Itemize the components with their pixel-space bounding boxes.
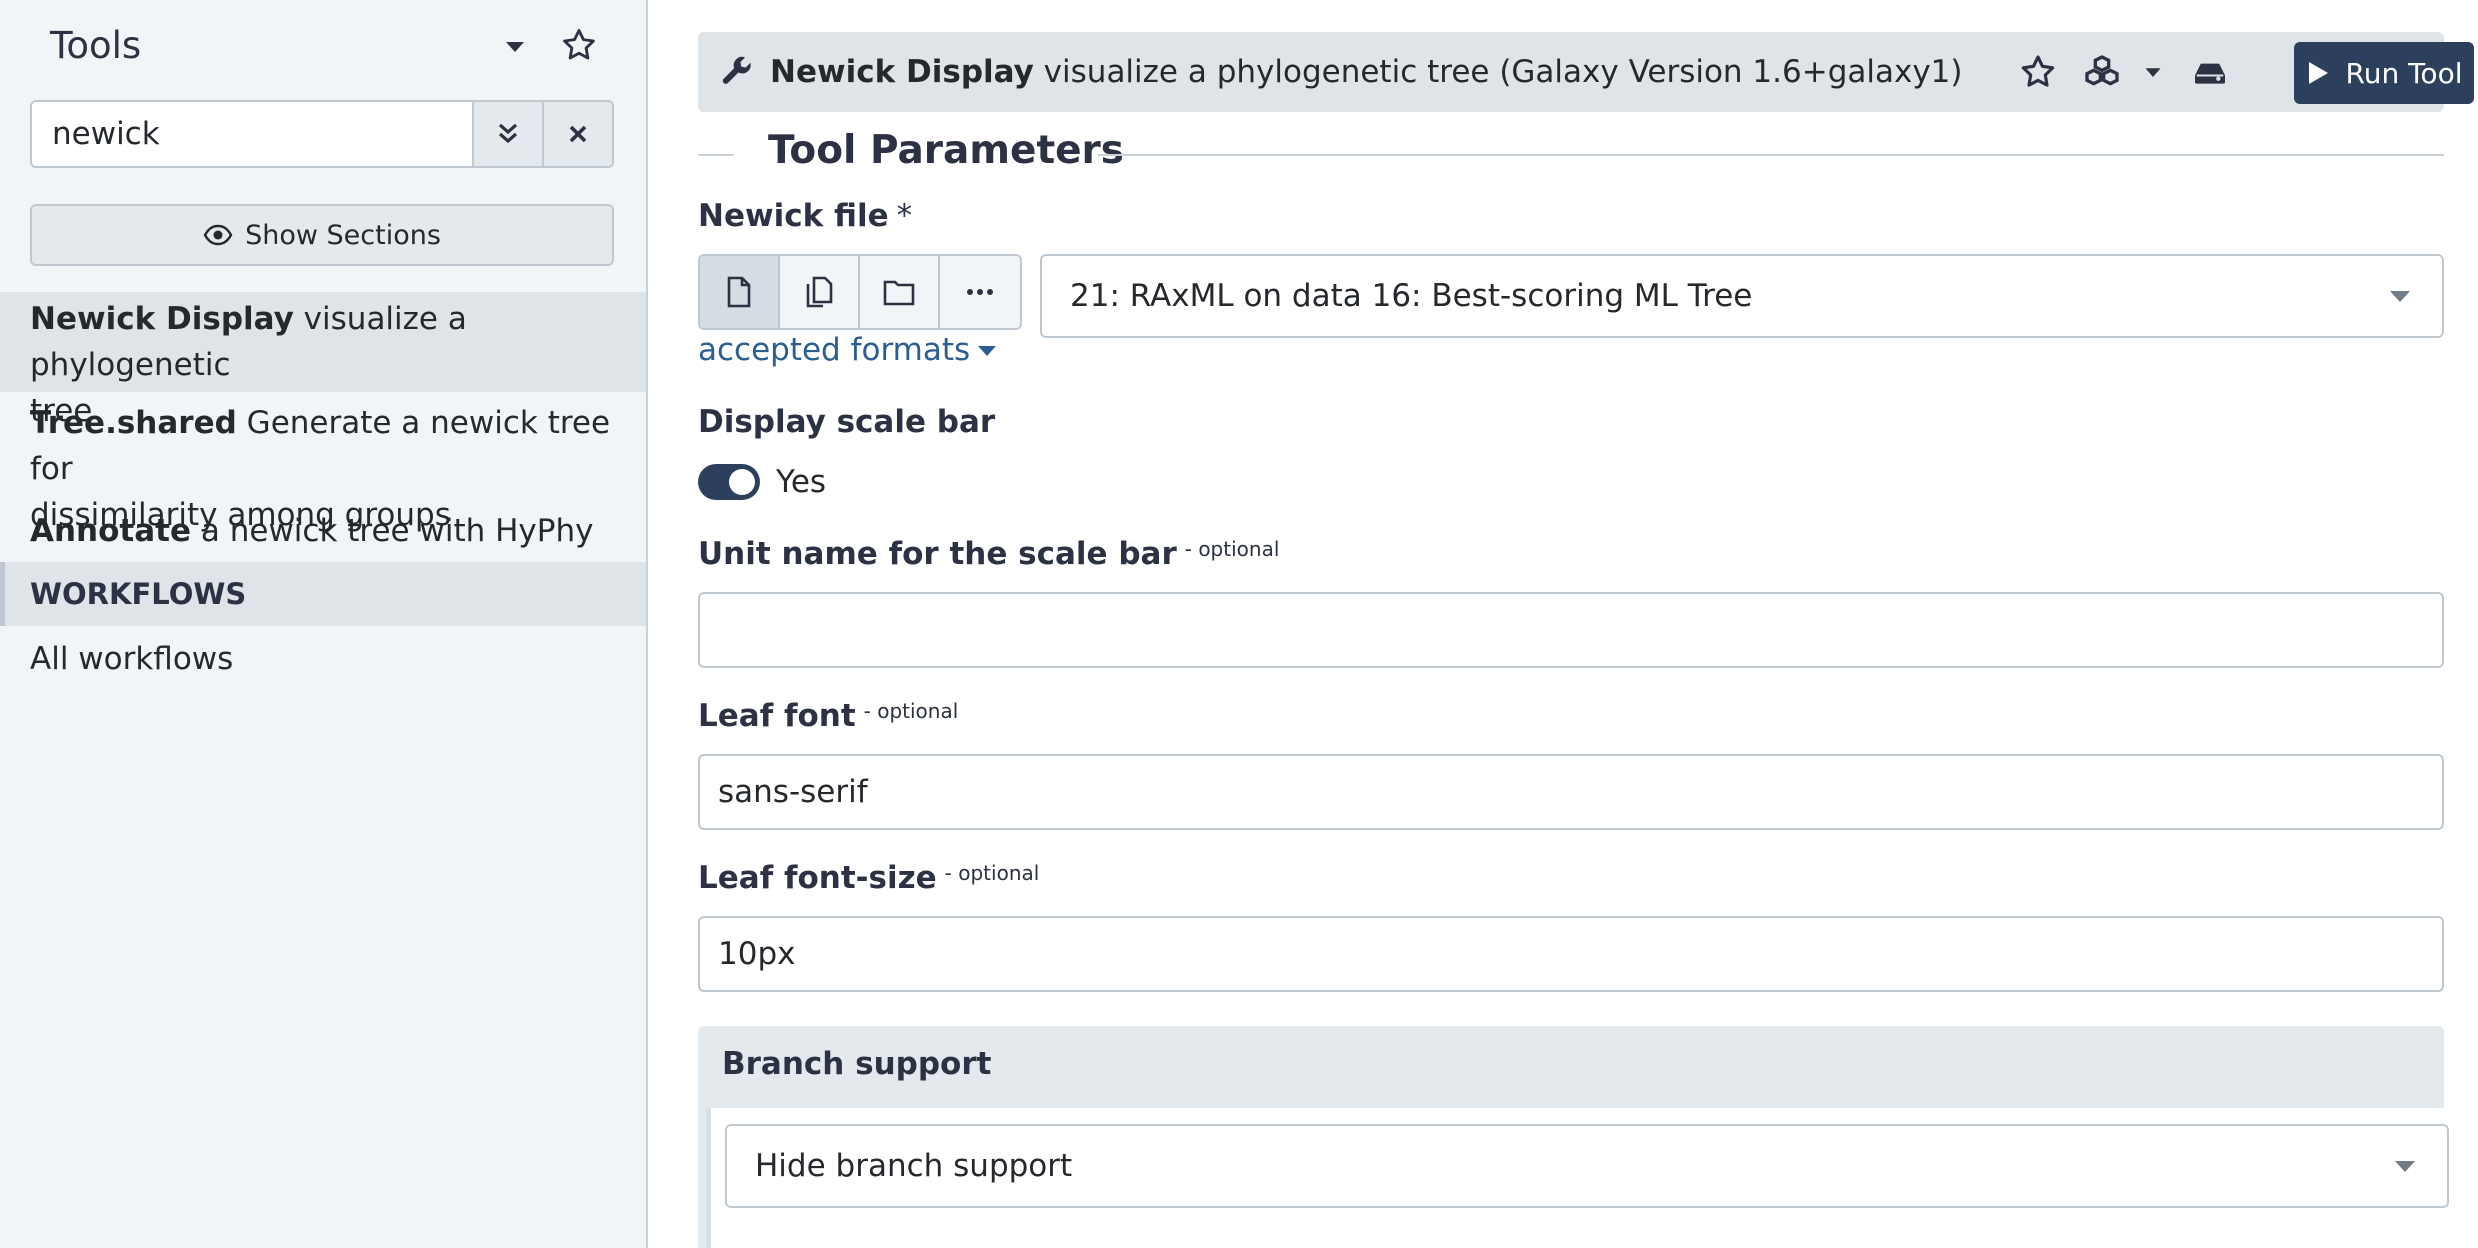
accepted-formats-label: accepted formats bbox=[698, 332, 971, 368]
tool-panel-title: Tools bbox=[50, 24, 142, 67]
clear-search-button[interactable] bbox=[542, 102, 612, 166]
double-chevron-down-icon bbox=[498, 123, 518, 144]
leaf-font-label: Leaf font - optional bbox=[698, 698, 958, 734]
star-icon[interactable] bbox=[2018, 52, 2058, 92]
tool-name: Tree.shared bbox=[30, 405, 237, 441]
tool-panel: Tools Show Sections Newick Display visua… bbox=[0, 0, 648, 1248]
wrench-icon bbox=[722, 56, 751, 84]
workflows-section-header[interactable]: WORKFLOWS bbox=[0, 562, 646, 626]
branch-support-selected: Hide branch support bbox=[755, 1148, 1073, 1184]
branch-support-select[interactable]: Hide branch support bbox=[725, 1124, 2449, 1208]
branch-support-section: Branch support Hide branch support bbox=[698, 1026, 2449, 1248]
folder-icon bbox=[883, 280, 915, 306]
close-icon bbox=[569, 125, 587, 143]
tool-search-input[interactable] bbox=[32, 102, 472, 166]
caret-down-icon bbox=[978, 346, 997, 356]
unit-name-label: Unit name for the scale bar - optional bbox=[698, 536, 1279, 572]
branch-support-title[interactable]: Branch support bbox=[722, 1046, 991, 1082]
show-sections-label: Show Sections bbox=[245, 219, 441, 251]
unit-name-input[interactable] bbox=[698, 592, 2444, 668]
tool-desc: a newick tree with HyPhy bbox=[191, 513, 594, 549]
run-tool-label: Run Tool bbox=[2345, 56, 2463, 90]
tool-item-annotate[interactable]: Annotate a newick tree with HyPhy bbox=[0, 508, 646, 554]
favorites-star-icon[interactable] bbox=[560, 26, 598, 64]
single-dataset-button[interactable] bbox=[700, 256, 780, 328]
file-icon bbox=[727, 276, 751, 308]
branch-support-body: Hide branch support bbox=[706, 1108, 2449, 1248]
label-text: Leaf font-size bbox=[698, 860, 937, 896]
ellipsis-icon bbox=[967, 289, 993, 295]
tool-search bbox=[30, 100, 614, 168]
caret-down-icon bbox=[2390, 291, 2410, 302]
newick-file-selected: 21: RAxML on data 16: Best-scoring ML Tr… bbox=[1070, 278, 1753, 314]
show-sections-button[interactable]: Show Sections bbox=[30, 204, 614, 266]
tool-header: Newick Display visualize a phylogenetic … bbox=[698, 32, 2474, 112]
newick-file-select[interactable]: 21: RAxML on data 16: Best-scoring ML Tr… bbox=[1040, 254, 2444, 338]
panel-view-dropdown-icon[interactable] bbox=[506, 42, 524, 52]
required-mark: * bbox=[896, 198, 913, 234]
multiple-datasets-button[interactable] bbox=[780, 256, 860, 328]
scale-bar-label: Display scale bar bbox=[698, 404, 996, 440]
tool-parameters-heading: Tool Parameters bbox=[698, 128, 2444, 178]
optional-hint: - optional bbox=[944, 861, 1040, 885]
tool-title: Newick Display visualize a phylogenetic … bbox=[770, 32, 1963, 112]
tool-form-panel: Newick Display visualize a phylogenetic … bbox=[648, 0, 2478, 1248]
tool-title-name: Newick Display bbox=[770, 54, 1034, 90]
hdd-icon[interactable] bbox=[2190, 52, 2230, 92]
tool-name: Newick Display bbox=[30, 301, 294, 337]
all-workflows-link[interactable]: All workflows bbox=[30, 636, 233, 682]
leaf-font-size-label: Leaf font-size - optional bbox=[698, 860, 1039, 896]
data-source-button-group bbox=[698, 254, 1022, 330]
label-text: Newick file bbox=[698, 198, 889, 234]
scale-bar-toggle[interactable] bbox=[698, 464, 760, 500]
optional-hint: - optional bbox=[1184, 537, 1280, 561]
scale-bar-toggle-value: Yes bbox=[776, 464, 827, 500]
label-text: Unit name for the scale bar bbox=[698, 536, 1177, 572]
eye-icon bbox=[203, 224, 233, 246]
leaf-font-size-input[interactable] bbox=[698, 916, 2444, 992]
section-title: Tool Parameters bbox=[768, 128, 1124, 173]
toggle-knob bbox=[729, 469, 755, 495]
cubes-icon[interactable] bbox=[2082, 52, 2122, 92]
tool-title-desc: visualize a phylogenetic tree (Galaxy Ve… bbox=[1033, 54, 1963, 90]
run-tool-button[interactable]: Run Tool bbox=[2294, 42, 2474, 104]
options-dropdown-icon[interactable] bbox=[2138, 52, 2168, 92]
tool-name: Annotate bbox=[30, 513, 192, 549]
play-icon bbox=[2308, 62, 2328, 84]
newick-file-label: Newick file * bbox=[698, 198, 912, 234]
dataset-collection-button[interactable] bbox=[860, 256, 940, 328]
leaf-font-input[interactable] bbox=[698, 754, 2444, 830]
caret-down-icon bbox=[2395, 1161, 2415, 1172]
advanced-search-button[interactable] bbox=[472, 102, 542, 166]
optional-hint: - optional bbox=[863, 699, 959, 723]
label-text: Leaf font bbox=[698, 698, 856, 734]
tool-item-newick-display[interactable]: Newick Display visualize a phylogenetic … bbox=[0, 292, 646, 429]
browse-datasets-button[interactable] bbox=[940, 256, 1020, 328]
accepted-formats-link[interactable]: accepted formats bbox=[698, 332, 997, 368]
files-icon bbox=[806, 276, 833, 308]
